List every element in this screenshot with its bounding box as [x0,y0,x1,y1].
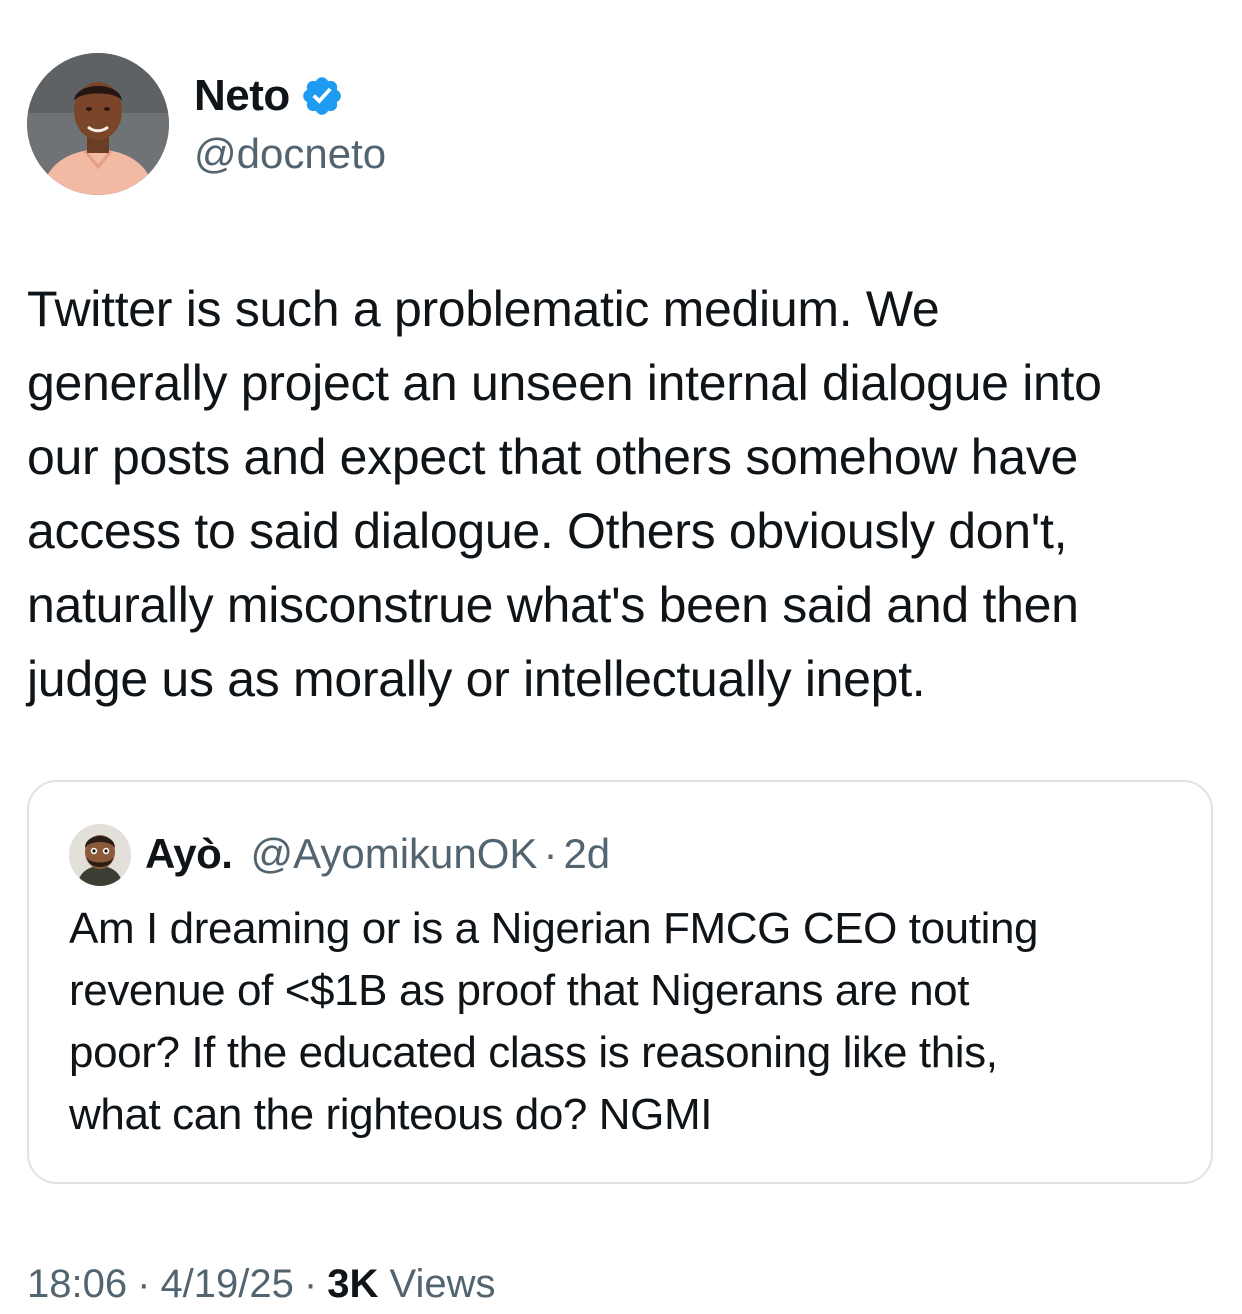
views-label: Views [389,1262,496,1306]
author-avatar-image [27,53,169,195]
tweet-meta: 18:06 · 4/19/25 · 3K Views [27,1254,495,1314]
author-name-row[interactable]: Neto [194,68,344,124]
quoted-author-name[interactable]: Ayò. [145,826,233,882]
tweet-time[interactable]: 18:06 [27,1262,127,1306]
views-count: 3K [327,1262,379,1306]
quoted-tweet-header: Ayò. @AyomikunOK · 2d [145,826,610,882]
tweet-text: Twitter is such a problematic medium. We… [27,281,1102,707]
quoted-tweet-text: Am I dreaming or is a Nigerian FMCG CEO … [69,904,1039,1139]
author-handle[interactable]: @docneto [194,126,386,182]
tweet-date[interactable]: 4/19/25 [160,1262,293,1306]
quoted-author-handle[interactable]: @AyomikunOK [250,826,537,882]
author-avatar[interactable] [27,53,169,195]
verified-badge-icon [300,74,344,118]
quoted-separator: · [543,830,558,877]
quoted-author-avatar-image [69,824,131,886]
quoted-author-avatar[interactable] [69,824,131,886]
author-name[interactable]: Neto [194,68,290,124]
quoted-tweet-card[interactable]: Ayò. @AyomikunOK · 2d Am I dreaming or i… [27,780,1213,1184]
meta-separator: · [137,1262,151,1306]
tweet: Neto @docneto Twitter is such a problema… [0,0,1242,1308]
meta-separator: · [303,1262,318,1306]
quoted-tweet-time[interactable]: 2d [563,826,610,882]
